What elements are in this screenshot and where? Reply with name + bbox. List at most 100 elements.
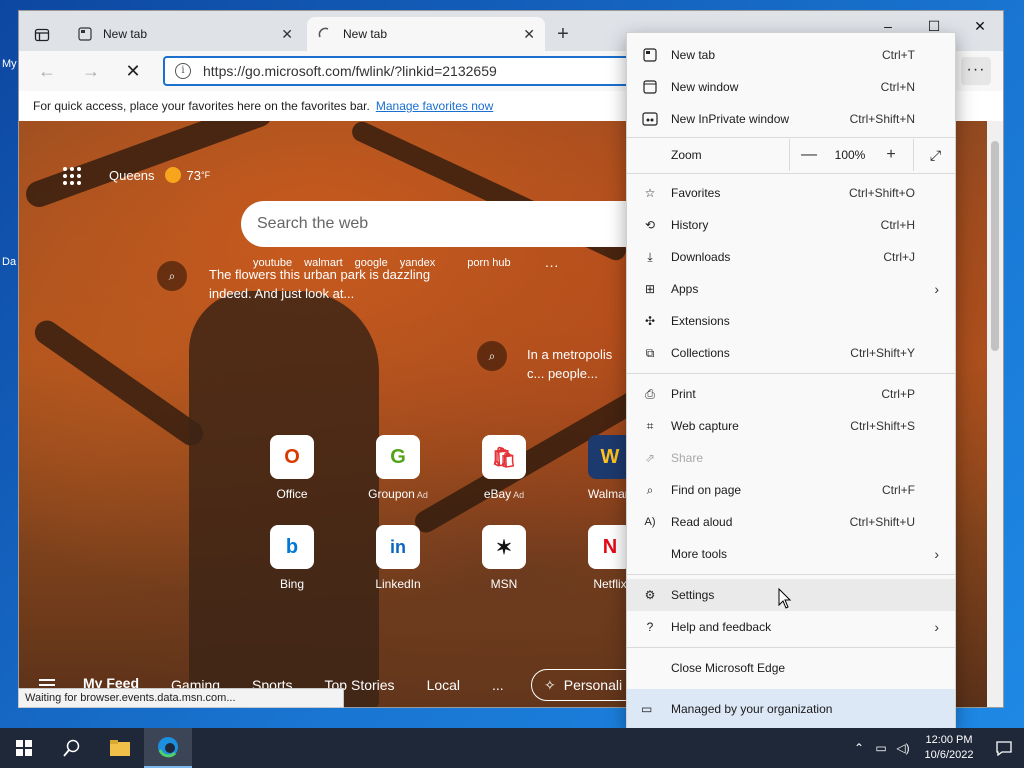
quick-link[interactable]: porn hub — [467, 257, 510, 273]
menu-shortcut: Ctrl+H — [880, 218, 915, 232]
volume-icon[interactable]: ◁) — [892, 741, 914, 755]
menu-item-help-and-feedback[interactable]: ? Help and feedback › — [627, 611, 955, 643]
tile-bing[interactable]: b Bing — [252, 525, 332, 591]
menu-item-read-aloud[interactable]: A) Read aloud Ctrl+Shift+U — [627, 506, 955, 538]
address-bar[interactable]: i https://go.microsoft.com/fwlink/?linki… — [163, 56, 643, 86]
search-input[interactable]: Search the web — [241, 201, 661, 247]
personalize-label: Personali — [563, 677, 623, 693]
manage-favorites-link[interactable]: Manage favorites now — [376, 99, 493, 113]
settings-menu: New tab Ctrl+T New window Ctrl+N New InP… — [626, 32, 956, 729]
menu-shortcut: Ctrl+Shift+Y — [850, 346, 915, 360]
network-icon[interactable]: ▭ — [870, 741, 892, 755]
tab-new-tab-2[interactable]: New tab ✕ — [307, 17, 545, 51]
menu-separator — [627, 137, 955, 138]
search-icon[interactable] — [48, 728, 96, 768]
zoom-value: 100% — [834, 148, 866, 162]
zoom-in-button[interactable]: + — [872, 146, 910, 164]
menu-shortcut: Ctrl+Shift+O — [848, 186, 915, 200]
menu-separator — [627, 173, 955, 174]
zoom-row: Zoom — 100% + ⤢ — [627, 139, 955, 171]
weather-unit: °F — [201, 170, 211, 180]
tile-groupon[interactable]: G Groupon Ad — [358, 435, 438, 501]
zoom-label: Zoom — [671, 148, 702, 162]
menu-item-downloads[interactable]: ⤓ Downloads Ctrl+J — [627, 241, 955, 273]
menu-item-new-inprivate[interactable]: New InPrivate window Ctrl+Shift+N — [627, 103, 955, 135]
feed-tab-local[interactable]: Local — [427, 677, 460, 693]
clock[interactable]: 12:00 PM 10/6/2022 — [914, 733, 984, 763]
settings-and-more-button[interactable]: ··· — [961, 57, 991, 85]
tile-label: Office — [276, 487, 308, 501]
menu-item-more-tools[interactable]: More tools › — [627, 538, 955, 570]
share-icon: ⇗ — [644, 451, 656, 465]
tab-close-icon[interactable]: ✕ — [523, 26, 535, 43]
menu-item-close-edge[interactable]: Close Microsoft Edge — [627, 652, 955, 684]
tile-label: MSN — [490, 577, 518, 591]
star-icon: ☆ — [644, 186, 656, 200]
tile-linkedin[interactable]: in LinkedIn — [358, 525, 438, 591]
address-url[interactable]: https://go.microsoft.com/fwlink/?linkid=… — [203, 63, 497, 79]
new-tab-button[interactable]: + — [551, 23, 575, 47]
menu-item-find-on-page[interactable]: ⌕ Find on page Ctrl+F — [627, 474, 955, 506]
menu-item-collections[interactable]: ⧉ Collections Ctrl+Shift+Y — [627, 337, 955, 369]
menu-item-print[interactable]: ⎙ Print Ctrl+P — [627, 378, 955, 410]
tab-close-icon[interactable]: ✕ — [281, 26, 293, 43]
managed-by-organization[interactable]: ▭ Managed by your organization — [627, 689, 955, 729]
stop-loading-icon[interactable]: ✕ — [119, 57, 147, 85]
tab-new-tab-1[interactable]: New tab ✕ — [67, 17, 303, 51]
feed-more-icon[interactable]: ... — [492, 677, 504, 693]
story-headline[interactable]: In a metropolis c... people... — [527, 345, 627, 383]
windows-start-icon[interactable] — [0, 728, 48, 768]
menu-item-history[interactable]: ⟲ History Ctrl+H — [627, 209, 955, 241]
scrollbar-thumb[interactable] — [991, 141, 999, 351]
app-launcher-icon[interactable] — [63, 167, 81, 185]
menu-item-web-capture[interactable]: ⌗ Web capture Ctrl+Shift+S — [627, 410, 955, 442]
close-window-button[interactable]: ✕ — [957, 11, 1003, 41]
desktop-icon-label[interactable]: Da — [2, 256, 16, 268]
story-headline[interactable]: The flowers this urban park is dazzling … — [209, 265, 449, 303]
new-window-icon — [641, 78, 659, 96]
quick-links-more-icon[interactable]: ··· — [545, 257, 559, 273]
menu-item-new-window[interactable]: New window Ctrl+N — [627, 71, 955, 103]
menu-item-new-tab[interactable]: New tab Ctrl+T — [627, 39, 955, 71]
fullscreen-button[interactable]: ⤢ — [913, 139, 957, 171]
forward-arrow-icon[interactable]: → — [77, 57, 105, 85]
story-search-icon[interactable]: ⌕ — [477, 341, 507, 371]
more-tools-spacer — [641, 545, 659, 563]
tile-office[interactable]: O Office — [252, 435, 332, 501]
menu-item-extensions[interactable]: ✣ Extensions — [627, 305, 955, 337]
menu-separator — [627, 647, 955, 648]
tile-label: Bing — [279, 577, 305, 591]
back-arrow-icon[interactable]: ← — [33, 57, 61, 85]
print-icon: ⎙ — [645, 386, 655, 401]
weather-temp: 73 — [186, 167, 202, 183]
menu-label: Collections — [671, 346, 730, 360]
menu-label: Close Microsoft Edge — [671, 661, 786, 675]
edge-browser-icon[interactable] — [144, 728, 192, 768]
tab-title: New tab — [103, 27, 148, 41]
tile-ebay[interactable]: 🛍 eBay Ad — [464, 435, 544, 501]
menu-shortcut: Ctrl+F — [882, 483, 915, 497]
menu-label: Apps — [671, 282, 699, 296]
inprivate-icon — [641, 110, 659, 128]
site-info-icon[interactable]: i — [175, 63, 191, 79]
desktop-icon-label[interactable]: My — [2, 58, 17, 70]
menu-item-apps[interactable]: ⊞ Apps › — [627, 273, 955, 305]
linkedin-icon: in — [376, 525, 420, 569]
tab-actions-icon[interactable] — [27, 21, 57, 49]
file-explorer-icon[interactable] — [96, 728, 144, 768]
menu-item-favorites[interactable]: ☆ Favorites Ctrl+Shift+O — [627, 177, 955, 209]
weather-widget[interactable]: Queens 73 °F — [109, 167, 210, 183]
menu-shortcut: Ctrl+Shift+S — [850, 419, 915, 433]
tile-label: LinkedIn — [375, 577, 421, 591]
notification-icon[interactable] — [984, 728, 1024, 768]
tile-msn[interactable]: ✶ MSN — [464, 525, 544, 591]
chevron-right-icon: › — [934, 546, 939, 562]
new-tab-icon — [641, 46, 659, 64]
page-scrollbar[interactable] — [987, 121, 1003, 707]
chevron-up-icon[interactable]: ⌃ — [848, 741, 870, 755]
tile-label: Groupon — [368, 487, 415, 501]
ebay-icon: 🛍 — [482, 435, 526, 479]
story-search-icon[interactable]: ⌕ — [157, 261, 187, 291]
tab-title: New tab — [343, 27, 388, 41]
zoom-out-button[interactable]: — — [790, 146, 828, 164]
